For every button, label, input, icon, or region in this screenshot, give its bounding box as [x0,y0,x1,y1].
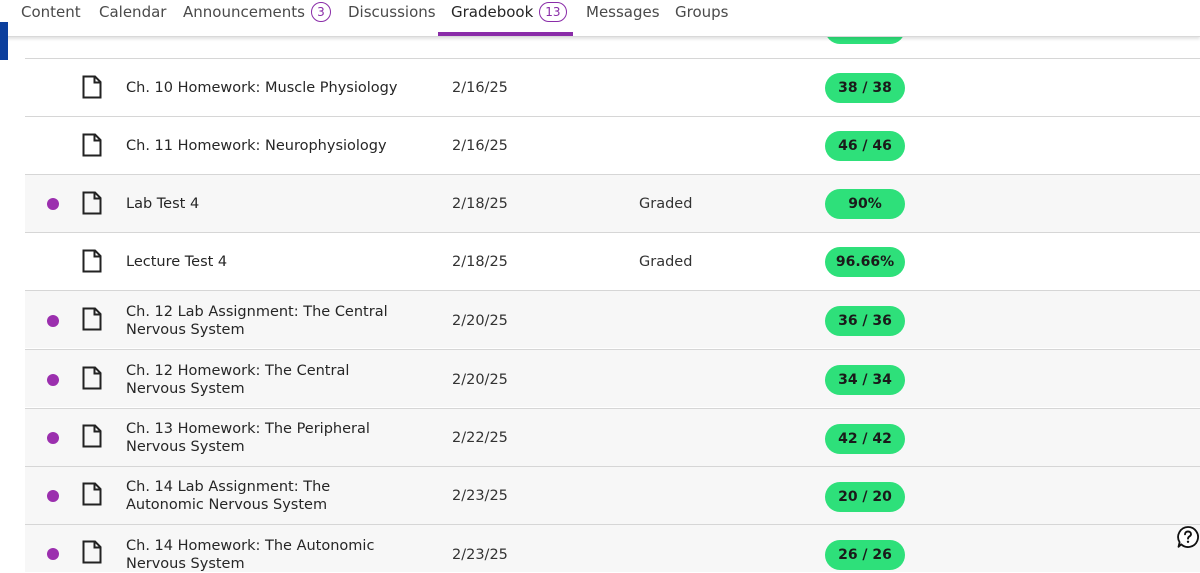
table-row[interactable]: Lecture Test 4 2/18/25 Graded 96.66% [25,232,1200,290]
table-row[interactable]: Ch. 12 Lab Assignment: The Central Nervo… [25,290,1200,348]
score-pill[interactable]: 26 / 26 [825,540,905,570]
tab-discussions[interactable]: Discussions [348,0,436,36]
gradebook-count-badge: 13 [539,2,567,22]
new-item-dot [47,432,59,444]
tab-label: Discussions [348,3,436,21]
item-title[interactable]: Lab Test 4 [126,195,426,213]
table-row[interactable]: Ch. 14 Homework: The Autonomic Nervous S… [25,524,1200,572]
tab-label: Calendar [99,3,167,21]
tab-announcements[interactable]: Announcements 3 [183,0,331,36]
tab-label: Gradebook [451,3,534,21]
score-pill[interactable]: 42 / 42 [825,424,905,454]
score-pill[interactable]: 96.66% [825,247,905,277]
document-icon [82,482,102,506]
item-title[interactable]: Ch. 13 Homework: The Peripheral Nervous … [126,420,426,456]
score-pill[interactable]: 20 / 20 [825,482,905,512]
new-item-dot [47,315,59,327]
tab-label: Groups [675,3,729,21]
item-title[interactable]: Ch. 10 Homework: Muscle Physiology [126,79,426,97]
item-title[interactable]: Ch. 12 Lab Assignment: The Central Nervo… [126,303,396,339]
table-row[interactable]: Lab Test 4 2/18/25 Graded 90% [25,174,1200,232]
document-icon [82,133,102,157]
tab-label: Announcements [183,3,305,21]
due-date: 2/18/25 [452,196,508,212]
due-date: 2/20/25 [452,372,508,388]
grade-status: Graded [639,196,693,212]
score-pill[interactable]: 46 / 46 [825,131,905,161]
score-pill[interactable]: 38 / 38 [825,73,905,103]
due-date: 2/16/25 [452,80,508,96]
active-tab-indicator [438,32,573,36]
score-pill[interactable]: 90% [825,189,905,219]
tab-calendar[interactable]: Calendar [99,0,166,36]
gradebook-table: Ch. 10 Homework: Muscle Physiology 2/16/… [25,0,1200,572]
help-icon[interactable] [1176,525,1200,549]
document-icon [82,75,102,99]
table-row[interactable]: Ch. 14 Lab Assignment: The Autonomic Ner… [25,466,1200,524]
new-item-dot [47,198,59,210]
due-date: 2/18/25 [452,254,508,270]
announcements-count-badge: 3 [311,2,331,22]
document-icon [82,307,102,331]
grade-status: Graded [639,254,693,270]
document-icon [82,540,102,564]
table-row[interactable]: Ch. 12 Homework: The Central Nervous Sys… [25,349,1200,407]
tab-groups[interactable]: Groups [675,0,728,36]
item-title[interactable]: Ch. 12 Homework: The Central Nervous Sys… [126,362,406,398]
document-icon [82,366,102,390]
table-row[interactable]: Ch. 13 Homework: The Peripheral Nervous … [25,408,1200,466]
due-date: 2/16/25 [452,138,508,154]
tab-label: Messages [586,3,660,21]
sidebar-edge [0,22,8,60]
tab-messages[interactable]: Messages [586,0,660,36]
new-item-dot [47,548,59,560]
document-icon [82,424,102,448]
due-date: 2/20/25 [452,313,508,329]
tab-content[interactable]: Content [21,0,81,36]
document-icon [82,249,102,273]
due-date: 2/23/25 [452,547,508,563]
tab-label: Content [21,3,81,21]
table-row[interactable]: Ch. 11 Homework: Neurophysiology 2/16/25… [25,116,1200,174]
score-pill[interactable]: 36 / 36 [825,306,905,336]
due-date: 2/22/25 [452,430,508,446]
due-date: 2/23/25 [452,488,508,504]
item-title[interactable]: Lecture Test 4 [126,253,426,271]
score-pill[interactable]: 34 / 34 [825,365,905,395]
item-title[interactable]: Ch. 14 Lab Assignment: The Autonomic Ner… [126,478,406,514]
course-nav-bar: Content Calendar Announcements 3 Discussi… [0,0,1200,37]
new-item-dot [47,490,59,502]
item-title[interactable]: Ch. 14 Homework: The Autonomic Nervous S… [126,537,426,573]
item-title[interactable]: Ch. 11 Homework: Neurophysiology [126,137,426,155]
document-icon [82,191,102,215]
new-item-dot [47,374,59,386]
table-row[interactable]: Ch. 10 Homework: Muscle Physiology 2/16/… [25,58,1200,116]
tab-gradebook[interactable]: Gradebook 13 [438,0,573,36]
